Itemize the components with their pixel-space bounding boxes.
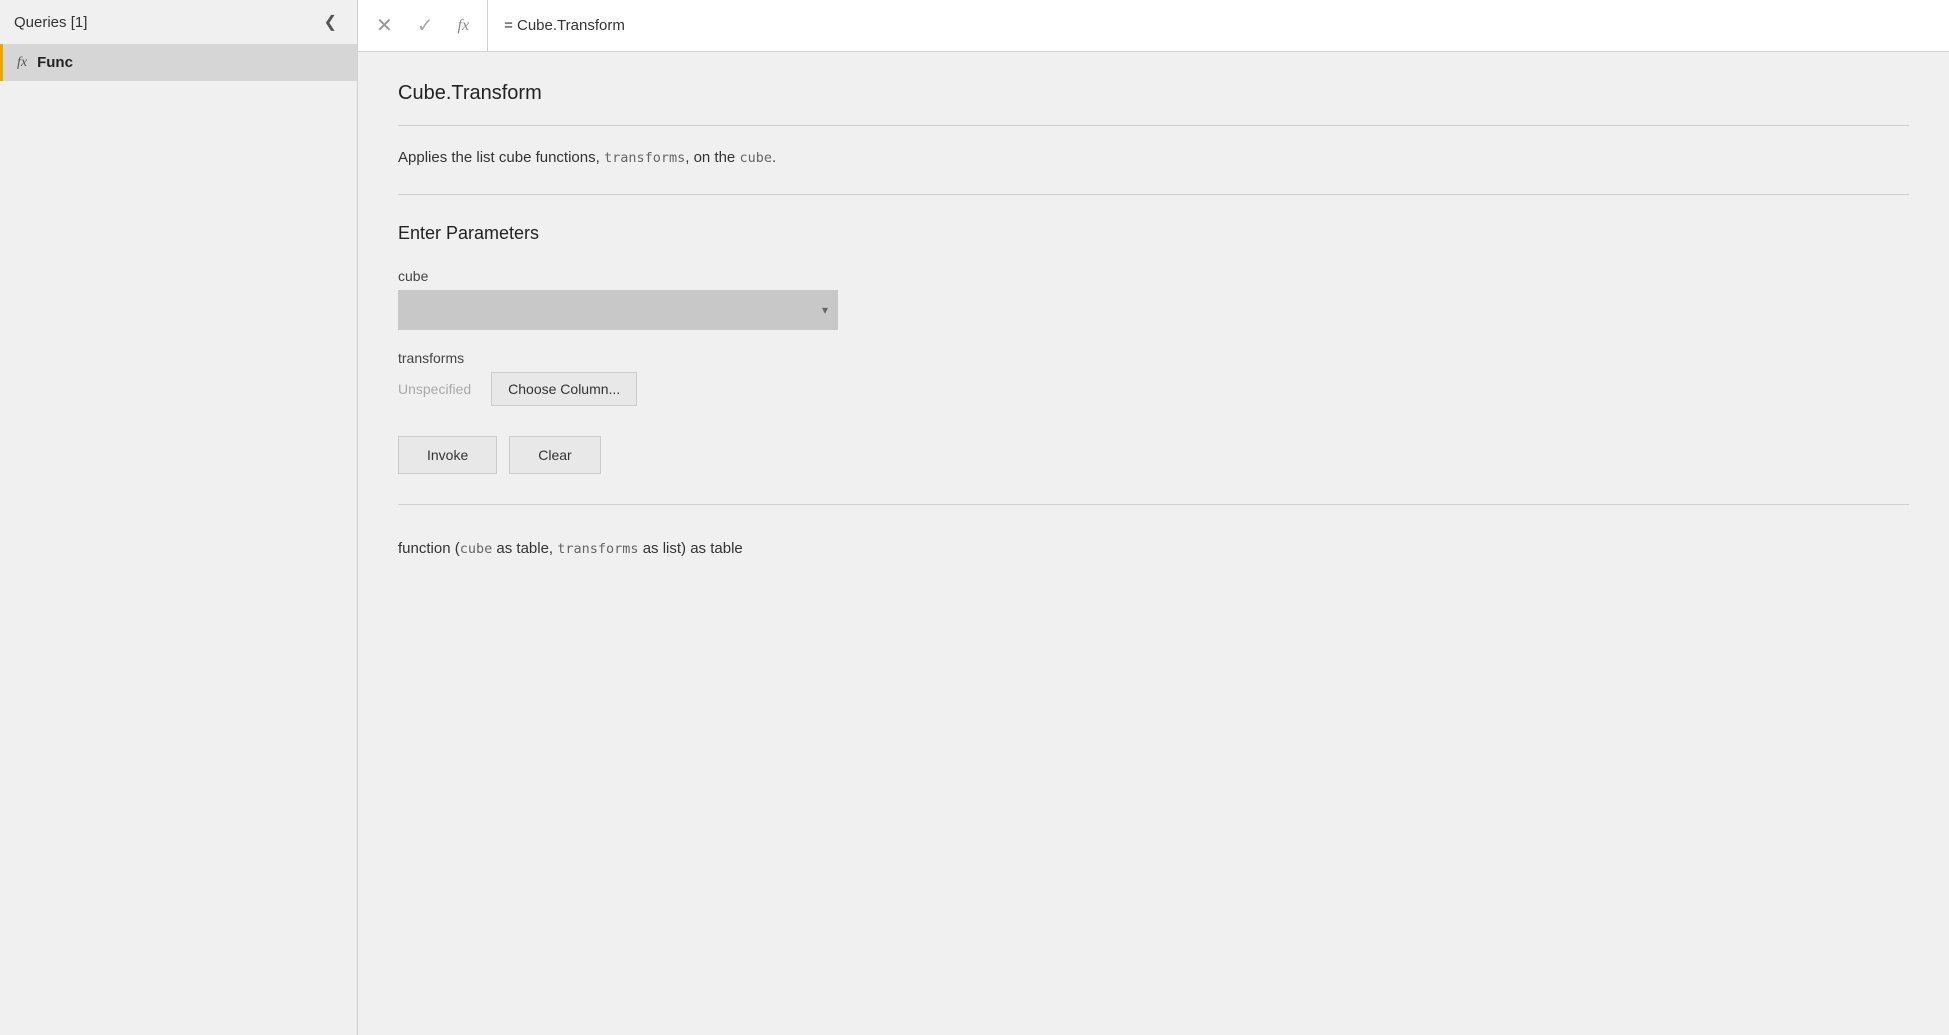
params-section: Enter Parameters cube ▾ transforms <box>398 223 1909 505</box>
choose-column-button[interactable]: Choose Column... <box>491 372 637 406</box>
function-title: Cube.Transform <box>398 82 1909 126</box>
fx-button[interactable]: fx <box>450 13 478 39</box>
fx-icon: fx <box>17 55 27 71</box>
signature-mid2: as list) as table <box>639 540 743 557</box>
signature-section: function (cube as table, transforms as l… <box>398 537 1909 561</box>
description-section: Applies the list cube functions, transfo… <box>398 146 1909 195</box>
formula-input[interactable] <box>488 17 1949 34</box>
formula-bar: ✕ ✓ fx <box>358 0 1949 52</box>
transforms-unspecified: Unspecified <box>398 381 471 397</box>
confirm-button[interactable]: ✓ <box>409 9 442 42</box>
description-mid: , on the <box>685 149 739 166</box>
description-code1: transforms <box>604 150 685 166</box>
param-label-cube: cube <box>398 268 1909 284</box>
content-area: Cube.Transform Applies the list cube fun… <box>358 52 1949 1035</box>
queries-title: Queries [1] <box>14 14 87 31</box>
params-title: Enter Parameters <box>398 223 1909 244</box>
description-code2: cube <box>739 150 772 166</box>
invoke-button[interactable]: Invoke <box>398 436 497 474</box>
description-end: . <box>772 149 776 166</box>
param-input-row-transforms: Unspecified Choose Column... <box>398 372 1909 406</box>
param-group-cube: cube ▾ <box>398 268 1909 330</box>
cube-dropdown-wrapper: ▾ <box>398 290 838 330</box>
param-label-transforms: transforms <box>398 350 1909 366</box>
cancel-button[interactable]: ✕ <box>368 9 401 42</box>
signature-param1: cube <box>460 541 493 557</box>
param-input-row-cube: ▾ <box>398 290 1909 330</box>
signature-prefix: function ( <box>398 540 460 557</box>
param-group-transforms: transforms Unspecified Choose Column... <box>398 350 1909 406</box>
sidebar-item-func[interactable]: fx Func <box>0 44 357 81</box>
sidebar: Queries [1] ❮ fx Func <box>0 0 358 1035</box>
collapse-button[interactable]: ❮ <box>318 10 343 34</box>
clear-button[interactable]: Clear <box>509 436 600 474</box>
formula-toolbar: ✕ ✓ fx <box>358 0 488 51</box>
sidebar-header: Queries [1] ❮ <box>0 0 357 44</box>
main-area: ✕ ✓ fx Cube.Transform Applies the list c… <box>358 0 1949 1035</box>
signature-mid1: as table, <box>492 540 557 557</box>
signature-param2: transforms <box>557 541 638 557</box>
sidebar-item-label: Func <box>37 54 73 71</box>
cube-dropdown[interactable] <box>398 290 838 330</box>
description-text: Applies the list cube functions, <box>398 149 604 166</box>
action-buttons: Invoke Clear <box>398 436 1909 474</box>
